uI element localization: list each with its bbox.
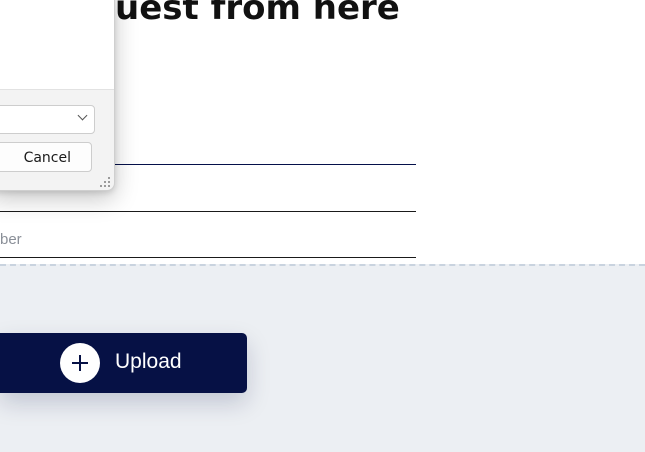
cancel-button[interactable]: Cancel (0, 142, 92, 172)
chevron-down-icon (77, 110, 88, 121)
dialog-content-area (0, 0, 114, 90)
plus-icon (60, 343, 100, 383)
upload-button-label: Upload (115, 350, 182, 373)
page-title: uest from here (115, 0, 400, 28)
file-dialog: Cancel (0, 0, 115, 191)
number-field-placeholder[interactable]: ber (0, 231, 22, 248)
file-type-select[interactable] (0, 105, 95, 134)
field-underline (0, 211, 416, 212)
field-underline (0, 257, 416, 258)
upload-button[interactable]: Upload (0, 333, 247, 393)
